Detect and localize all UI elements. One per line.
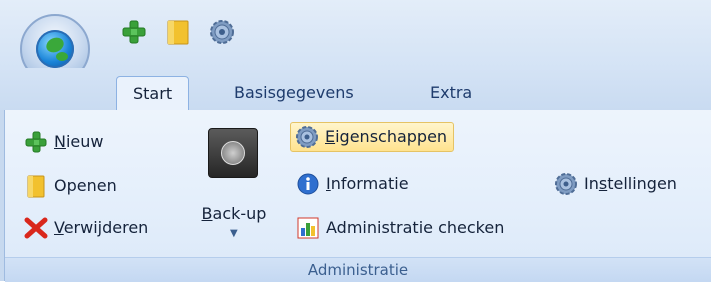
backup-button-label: Back-up xyxy=(201,204,267,223)
properties-button-label: Eigenschappen xyxy=(325,127,448,146)
info-icon xyxy=(297,173,319,195)
chevron-down-icon[interactable]: ▼ xyxy=(230,228,238,239)
new-button-label: Nieuw xyxy=(54,132,104,151)
tab-start[interactable]: Start xyxy=(116,76,190,111)
information-button-label: Informatie xyxy=(326,174,409,193)
check-administration-button[interactable]: Administratie checken xyxy=(296,214,504,242)
chart-check-icon xyxy=(297,217,319,239)
title-bar xyxy=(0,0,711,84)
ribbon-panel: Nieuw Openen Verwijderen Back-up ▼ Eigen… xyxy=(0,110,711,282)
delete-button-label: Verwijderen xyxy=(54,218,149,237)
plus-icon xyxy=(25,131,47,153)
globe-icon xyxy=(36,30,74,68)
settings-button-label: Instellingen xyxy=(584,174,677,193)
gear-icon xyxy=(555,173,577,195)
tab-basisgegevens[interactable]: Basisgegevens xyxy=(218,76,370,110)
information-button[interactable]: Informatie xyxy=(296,170,409,198)
safe-icon xyxy=(208,128,258,178)
properties-button[interactable]: Eigenschappen xyxy=(290,122,455,152)
quick-access-open-folder-icon[interactable] xyxy=(164,18,192,46)
ribbon-left-edge xyxy=(0,110,5,281)
quick-access-settings-gear-icon[interactable] xyxy=(208,18,236,46)
backup-split-button[interactable]: Back-up ▼ xyxy=(196,124,272,254)
gear-icon xyxy=(296,126,318,148)
delete-x-icon xyxy=(24,217,48,239)
folder-icon xyxy=(27,175,45,198)
new-button[interactable]: Nieuw xyxy=(24,128,103,156)
tab-extra[interactable]: Extra xyxy=(414,76,488,110)
ribbon-tab-bar: Start Basisgegevens Extra xyxy=(0,68,711,111)
ribbon-group-label: Administratie xyxy=(5,257,711,282)
delete-button[interactable]: Verwijderen xyxy=(24,214,148,242)
quick-access-new-plus-icon[interactable] xyxy=(120,18,148,46)
check-administration-button-label: Administratie checken xyxy=(326,218,505,237)
open-button[interactable]: Openen xyxy=(24,172,117,200)
settings-button[interactable]: Instellingen xyxy=(554,170,677,198)
open-button-label: Openen xyxy=(54,176,117,195)
